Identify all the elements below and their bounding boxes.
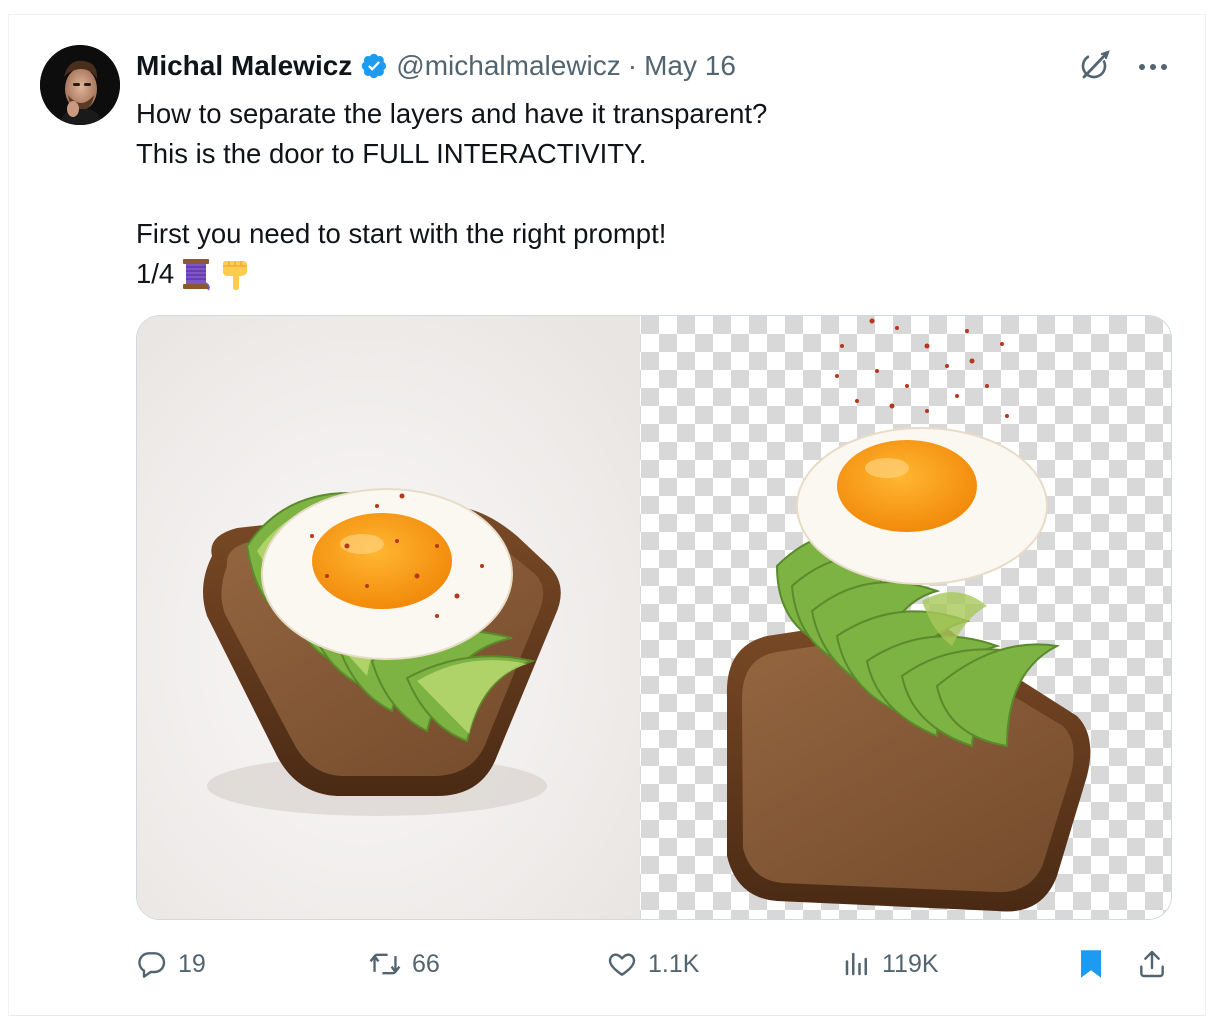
tweet-line: This is the door to FULL INTERACTIVITY. [136, 138, 647, 169]
author-name[interactable]: Michal Malewicz [136, 50, 352, 82]
share-icon [1136, 948, 1168, 980]
share-button[interactable] [1136, 944, 1168, 984]
verified-badge-icon [360, 52, 388, 80]
author-handle[interactable]: @michalmalewicz [396, 50, 620, 82]
pointing-down-emoji [220, 257, 250, 291]
tweet-line-thread: 1/4 [136, 254, 1036, 294]
retweet-count: 66 [412, 949, 440, 978]
retweet-icon [368, 948, 402, 980]
thread-emoji [180, 257, 212, 291]
more-icon[interactable] [1138, 59, 1168, 77]
retweet-button[interactable]: 66 [368, 944, 440, 984]
tweet-media-image[interactable] [136, 315, 1172, 920]
reply-icon [136, 948, 168, 980]
reply-button[interactable]: 19 [136, 944, 206, 984]
tweet-text: How to separate the layers and have it t… [136, 94, 1036, 294]
avatar[interactable] [40, 45, 120, 125]
thread-counter: 1/4 [136, 258, 175, 289]
like-icon [606, 948, 638, 980]
separator-dot: · [627, 50, 638, 81]
tweet-line: First you need to start with the right p… [136, 218, 667, 249]
tweet-line: How to separate the layers and have it t… [136, 98, 768, 129]
like-count: 1.1K [648, 949, 700, 978]
views-button[interactable]: 119K [842, 944, 939, 984]
views-icon [842, 948, 872, 980]
tweet-date[interactable]: May 16 [644, 50, 736, 82]
bookmark-icon [1076, 947, 1106, 981]
like-button[interactable]: 1.1K [606, 944, 699, 984]
top-actions [1078, 48, 1168, 87]
tweet-actions: 19 66 1.1K 119K [136, 944, 1170, 984]
reply-count: 19 [178, 949, 206, 978]
bookmark-button[interactable] [1076, 944, 1106, 984]
tweet-header: Michal Malewicz @michalmalewicz · May 16 [136, 46, 736, 86]
grok-icon[interactable] [1078, 48, 1112, 87]
views-count: 119K [882, 949, 939, 978]
